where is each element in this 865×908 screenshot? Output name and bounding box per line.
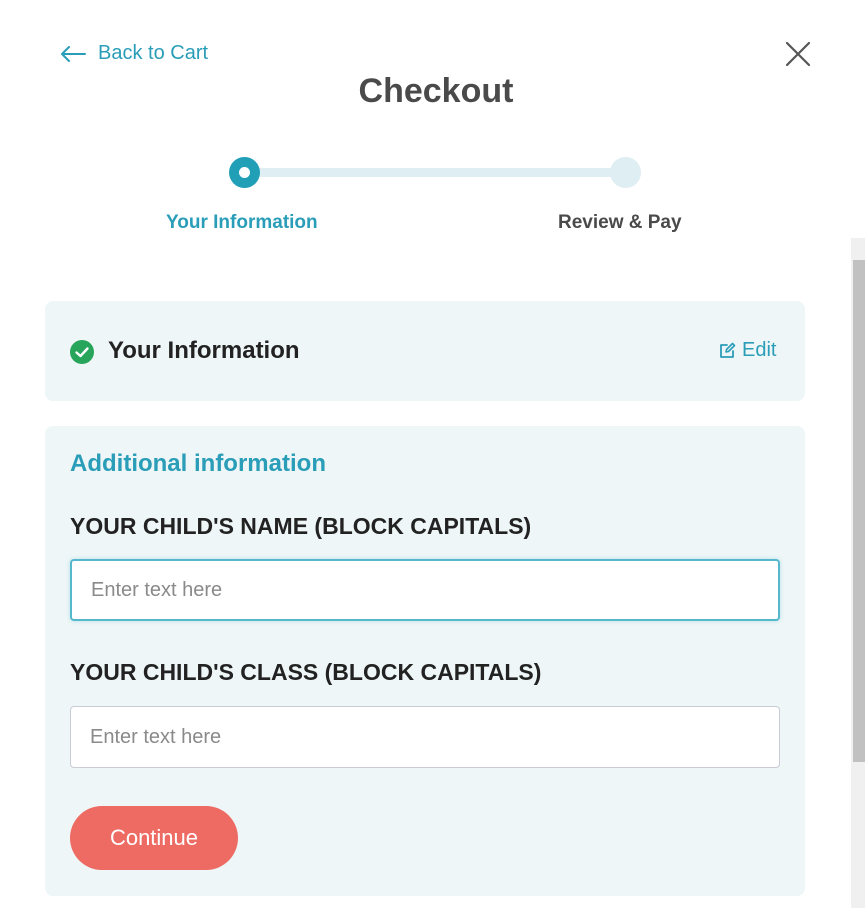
child-class-input[interactable] xyxy=(70,706,780,768)
your-information-card: Your Information Edit xyxy=(45,301,805,401)
scrollbar-thumb[interactable] xyxy=(853,260,865,762)
child-class-label: YOUR CHILD'S CLASS (BLOCK CAPITALS) xyxy=(70,659,542,685)
continue-button[interactable]: Continue xyxy=(70,806,238,870)
close-icon xyxy=(785,41,811,67)
step-indicator-review-pay xyxy=(610,157,641,188)
step-label-your-information: Your Information xyxy=(166,212,318,233)
step-indicator-your-information xyxy=(229,157,260,188)
additional-information-card: Additional information YOUR CHILD'S NAME… xyxy=(45,426,805,896)
back-to-cart-label: Back to Cart xyxy=(98,42,209,64)
edit-label: Edit xyxy=(742,339,777,361)
stepper-track xyxy=(244,168,626,177)
edit-icon xyxy=(720,342,736,358)
your-information-title: Your Information xyxy=(108,337,300,364)
scrollbar[interactable] xyxy=(851,238,865,908)
step-label-review-pay: Review & Pay xyxy=(558,212,682,233)
edit-link[interactable]: Edit xyxy=(718,339,776,362)
page-title: Checkout xyxy=(358,72,514,110)
check-circle-icon xyxy=(70,340,94,364)
child-name-input[interactable] xyxy=(70,559,780,621)
child-name-label: YOUR CHILD'S NAME (BLOCK CAPITALS) xyxy=(70,513,532,539)
back-to-cart-link[interactable]: Back to Cart xyxy=(60,42,208,65)
additional-information-heading: Additional information xyxy=(70,450,326,477)
arrow-left-icon xyxy=(61,45,86,62)
close-button[interactable] xyxy=(784,40,812,68)
